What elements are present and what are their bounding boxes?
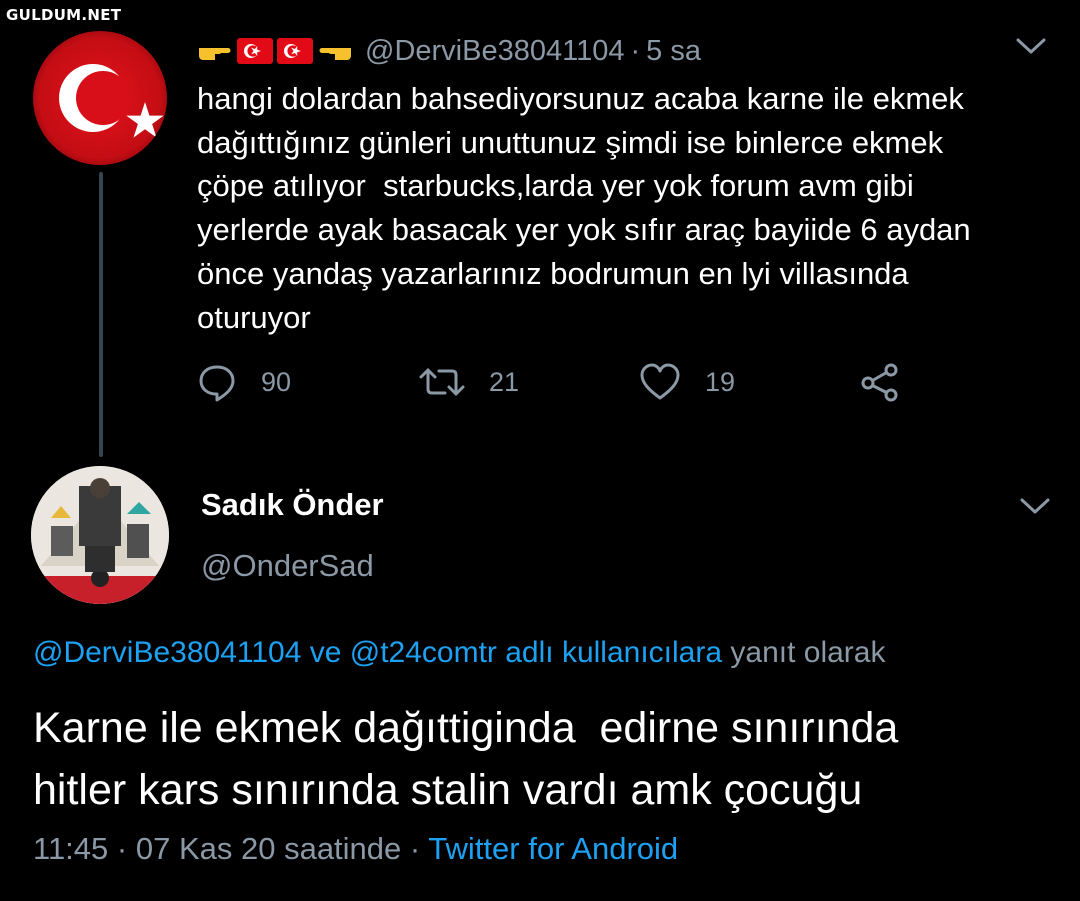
author-name[interactable]: Sadık Önder (201, 487, 384, 523)
retweet-icon (419, 368, 465, 396)
replying-to-users-link[interactable]: @DerviBe38041104 ve @t24comtr adlı kulla… (33, 636, 722, 669)
parent-handle[interactable]: @DerviBe38041104 (365, 35, 624, 68)
header-separator: · (630, 34, 641, 67)
author-avatar[interactable] (31, 466, 169, 604)
meta-separator: · (409, 831, 421, 866)
chevron-down-icon (1020, 498, 1050, 514)
retweet-button[interactable]: 21 (419, 362, 519, 402)
main-menu-button[interactable] (1019, 496, 1051, 521)
tweet-source-link[interactable]: Twitter for Android (428, 831, 678, 866)
heart-icon (640, 363, 680, 400)
tweet-date[interactable]: 07 Kas 20 saatinde (136, 831, 401, 866)
parent-avatar[interactable] (33, 31, 167, 165)
parent-menu-button[interactable] (1015, 36, 1047, 61)
comment-icon (199, 365, 235, 402)
reply-button[interactable]: 90 (197, 362, 291, 402)
pointing-left-hand-icon (319, 48, 351, 60)
replying-to-suffix: yanıt olarak (730, 636, 886, 669)
share-button[interactable] (860, 362, 900, 402)
thread-connector-line (99, 172, 103, 457)
collage-avatar-icon (31, 466, 169, 604)
retweet-count: 21 (489, 366, 520, 397)
parent-timestamp[interactable]: 5 sa (646, 35, 701, 68)
turkey-flag-avatar-icon (33, 31, 167, 165)
like-count: 19 (705, 366, 736, 397)
main-tweet-text: Karne ile ekmek dağıttiginda edirne sını… (33, 704, 899, 814)
reply-count: 90 (261, 366, 292, 397)
meta-separator: · (116, 831, 128, 866)
replying-to-line: @DerviBe38041104 ve @t24comtr adlı kulla… (33, 636, 885, 670)
parent-tweet-header: @DerviBe38041104 · 5 sa (197, 30, 701, 72)
turkey-flag-icon (237, 38, 273, 64)
tweet-meta: 11:45 · 07 Kas 20 saatinde · Twitter for… (33, 831, 678, 867)
turkey-flag-icon (277, 38, 313, 64)
parent-tweet-text: hangi dolardan bahsediyorsunuz acaba kar… (197, 81, 971, 335)
parent-action-bar: 90 21 19 (197, 362, 937, 412)
author-handle[interactable]: @OnderSad (201, 548, 374, 584)
display-name-emojis[interactable] (197, 38, 353, 64)
tweet-time[interactable]: 11:45 (33, 831, 108, 866)
like-button[interactable]: 19 (639, 362, 735, 402)
pointing-right-hand-icon (199, 48, 231, 60)
share-icon (861, 363, 898, 402)
chevron-down-icon (1016, 38, 1046, 54)
watermark: GULDUM.NET (6, 6, 122, 24)
